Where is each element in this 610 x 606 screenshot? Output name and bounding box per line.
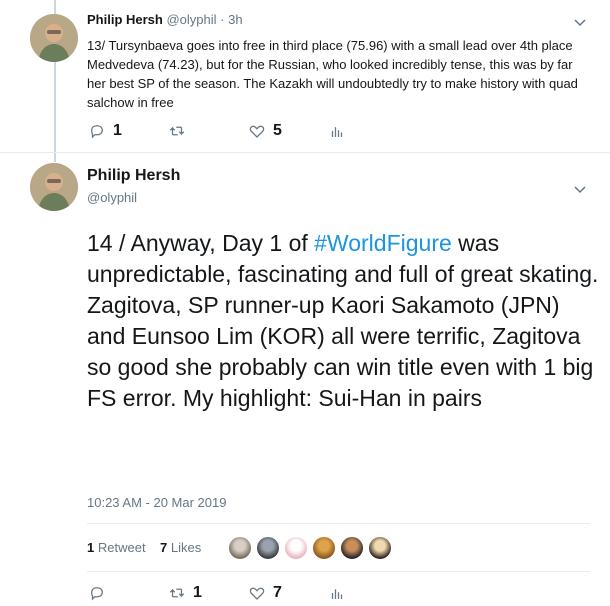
tweet-timestamp[interactable]: 10:23 AM - 20 Mar 2019: [87, 495, 226, 510]
liker-avatar[interactable]: [284, 536, 308, 560]
liker-avatar[interactable]: [340, 536, 364, 560]
analytics-icon: [331, 127, 343, 137]
reply-button[interactable]: 1: [88, 122, 122, 140]
likers-avatars: [228, 536, 396, 560]
likes-label: Likes: [170, 540, 202, 555]
likes-number: 7: [160, 540, 168, 555]
stats-divider-top: [87, 523, 590, 524]
reply-count: 1: [113, 122, 122, 139]
author-handle[interactable]: @olyphil: [166, 12, 216, 27]
tweet-text: 13/ Tursynbaeva goes into free in third …: [87, 38, 578, 110]
liker-avatar[interactable]: [228, 536, 252, 560]
separator: ·: [220, 12, 225, 27]
retweet-count: 1: [193, 584, 202, 601]
author-name[interactable]: Philip Hersh: [87, 12, 163, 27]
liker-avatar[interactable]: [368, 536, 392, 560]
analytics-icon: [331, 589, 343, 599]
liker-avatar[interactable]: [312, 536, 336, 560]
retweets-label: Retweet: [97, 540, 146, 555]
retweets-number: 1: [87, 540, 95, 555]
author-handle[interactable]: @olyphil: [87, 190, 137, 205]
like-button[interactable]: 7: [248, 584, 282, 602]
tweet-text-start: 14 / Anyway, Day 1 of: [87, 230, 315, 256]
retweet-button[interactable]: 1: [168, 584, 202, 602]
retweets-stat[interactable]: 1 Retweet: [87, 540, 146, 555]
analytics-button[interactable]: [328, 122, 346, 140]
tweet-text-end: was unpredictable, fascinating and full …: [87, 230, 599, 411]
avatar[interactable]: [30, 14, 78, 62]
thread-line-top: [54, 0, 56, 14]
analytics-button[interactable]: [328, 584, 346, 602]
retweet-button[interactable]: [168, 122, 193, 140]
chevron-down-icon[interactable]: [572, 14, 588, 30]
avatar[interactable]: [30, 163, 78, 211]
stats-divider-bottom: [87, 571, 590, 572]
like-count: 7: [273, 584, 282, 601]
reply-button[interactable]: [88, 584, 113, 602]
tweet-stats: 1 Retweet 7 Likes: [87, 540, 201, 555]
thread-line-middle: [54, 62, 56, 162]
like-count: 5: [273, 122, 282, 139]
like-icon: [249, 125, 265, 138]
likes-stat[interactable]: 7 Likes: [160, 540, 201, 555]
retweet-icon: [169, 126, 185, 136]
reply-icon: [91, 125, 103, 139]
tweet-divider: [0, 152, 610, 153]
like-icon: [249, 587, 265, 600]
liker-avatar[interactable]: [256, 536, 280, 560]
reply-icon: [91, 587, 103, 601]
like-button[interactable]: 5: [248, 122, 282, 140]
hashtag-link[interactable]: #WorldFigure: [314, 230, 452, 256]
chevron-down-icon[interactable]: [572, 181, 588, 197]
tweet-time[interactable]: 3h: [228, 12, 242, 27]
tweet-header: Philip Hersh @olyphil · 3h: [87, 12, 243, 27]
retweet-icon: [169, 588, 185, 598]
tweet-text: 14 / Anyway, Day 1 of #WorldFigure was u…: [87, 228, 602, 414]
author-name[interactable]: Philip Hersh: [87, 167, 180, 185]
